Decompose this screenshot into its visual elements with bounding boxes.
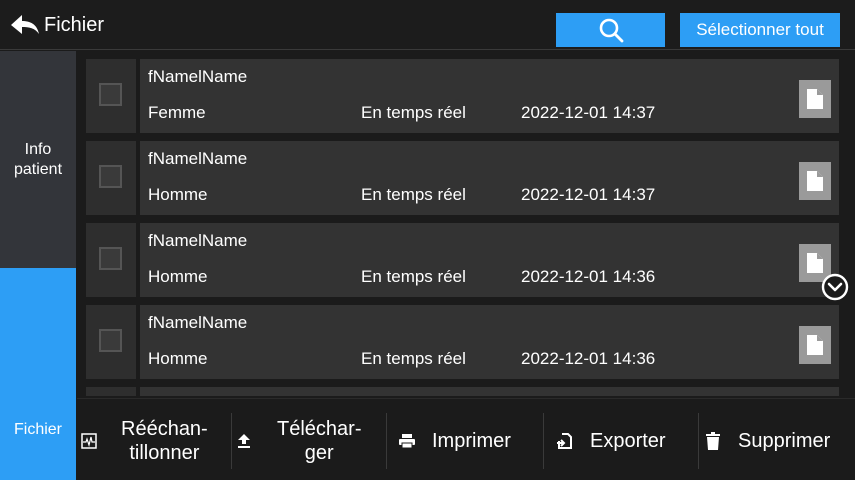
waveform-icon <box>81 433 97 449</box>
list-item-partial <box>83 384 839 396</box>
record-mode: En temps réel <box>361 103 466 122</box>
print-icon <box>399 434 415 449</box>
page-title: Fichier <box>44 13 105 36</box>
document-icon[interactable] <box>799 162 831 200</box>
sidebar: Info patient Fichier <box>0 51 76 480</box>
record-mode: En temps réel <box>361 267 466 286</box>
upload-label: Téléchar- ger <box>277 418 362 464</box>
patient-gender: Homme <box>148 185 208 204</box>
list-item: fNamelName Homme En temps réel 2022-12-0… <box>83 220 839 297</box>
row-checkbox[interactable] <box>99 165 122 188</box>
back-arrow-icon <box>11 15 39 34</box>
upload-button[interactable]: Téléchar- ger <box>237 409 361 473</box>
upload-icon <box>238 434 250 448</box>
record-datetime: 2022-12-01 14:36 <box>521 267 656 286</box>
checkbox-cell <box>86 59 136 133</box>
delete-label: Supprimer <box>738 430 831 452</box>
checkbox-cell <box>86 223 136 297</box>
patient-gender: Homme <box>148 267 208 286</box>
tab-file-label: Fichier <box>13 421 62 438</box>
top-bar: Fichier Sélectionner tout <box>0 0 855 50</box>
document-icon[interactable] <box>799 80 831 118</box>
row-checkbox[interactable] <box>99 247 122 270</box>
checkbox-cell <box>86 141 136 215</box>
scroll-down-icon[interactable] <box>820 272 850 302</box>
tab-file[interactable]: Fichier <box>0 268 76 480</box>
export-label: Exporter <box>590 430 666 452</box>
patient-name: fNamelName <box>148 231 248 250</box>
list-item: fNamelName Homme En temps réel 2022-12-0… <box>83 302 839 379</box>
export-button[interactable]: Exporter <box>556 409 666 473</box>
divider <box>543 413 544 469</box>
record-card[interactable] <box>140 387 839 396</box>
tab-patient-info[interactable]: Info patient <box>0 51 76 268</box>
patient-name: fNamelName <box>148 67 248 86</box>
record-card[interactable]: fNamelName Homme En temps réel 2022-12-0… <box>140 305 839 379</box>
record-datetime: 2022-12-01 14:36 <box>521 349 656 368</box>
record-card[interactable]: fNamelName Homme En temps réel 2022-12-0… <box>140 141 839 215</box>
row-checkbox[interactable] <box>99 83 122 106</box>
patient-name: fNamelName <box>148 149 248 168</box>
record-datetime: 2022-12-01 14:37 <box>521 185 656 204</box>
record-mode: En temps réel <box>361 185 466 204</box>
divider <box>231 413 232 469</box>
checkbox-cell <box>86 305 136 379</box>
print-button[interactable]: Imprimer <box>398 409 511 473</box>
divider <box>386 413 387 469</box>
row-checkbox[interactable] <box>99 329 122 352</box>
trash-icon <box>706 432 720 450</box>
record-card[interactable]: fNamelName Homme En temps réel 2022-12-0… <box>140 223 839 297</box>
patient-gender: Homme <box>148 349 208 368</box>
delete-button[interactable]: Supprimer <box>706 409 830 473</box>
search-button[interactable] <box>556 13 665 47</box>
patient-gender: Femme <box>148 103 206 122</box>
record-card[interactable]: fNamelName Femme En temps réel 2022-12-0… <box>140 59 839 133</box>
print-label: Imprimer <box>432 430 511 452</box>
list-item: fNamelName Femme En temps réel 2022-12-0… <box>83 56 839 133</box>
checkbox-cell <box>86 387 136 396</box>
back-button[interactable]: Fichier <box>10 10 104 40</box>
tab-patient-info-label: Info patient <box>13 140 63 178</box>
divider <box>698 413 699 469</box>
patient-name: fNamelName <box>148 313 248 332</box>
resample-button[interactable]: Rééchan- tillonner <box>81 409 208 473</box>
search-icon <box>599 18 623 43</box>
record-datetime: 2022-12-01 14:37 <box>521 103 656 122</box>
list-item: fNamelName Homme En temps réel 2022-12-0… <box>83 138 839 215</box>
export-icon <box>557 433 572 449</box>
record-mode: En temps réel <box>361 349 466 368</box>
document-icon[interactable] <box>799 326 831 364</box>
record-list[interactable]: fNamelName Femme En temps réel 2022-12-0… <box>83 56 839 396</box>
resample-label: Rééchan- tillonner <box>121 418 208 464</box>
select-all-button[interactable]: Sélectionner tout <box>680 13 840 47</box>
bottom-toolbar: Rééchan- tillonner Téléchar- ger Imprime… <box>77 398 855 480</box>
